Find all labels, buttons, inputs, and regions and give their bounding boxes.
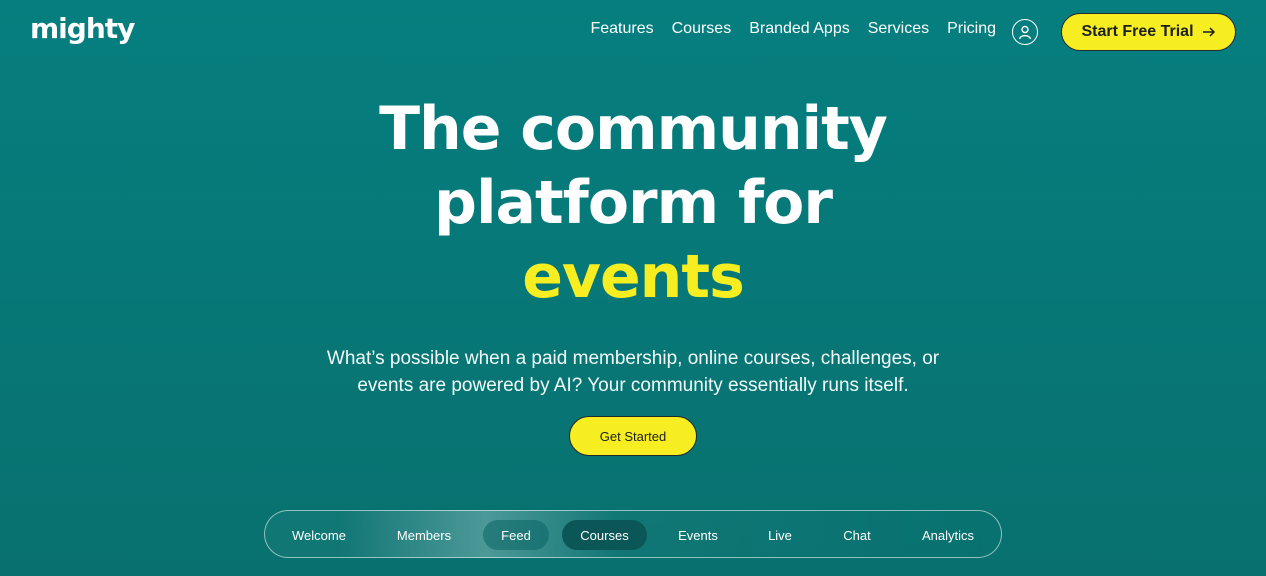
hero-title-accent: events (522, 242, 745, 312)
tab-courses[interactable]: Courses (562, 520, 647, 550)
tab-members[interactable]: Members (385, 520, 463, 550)
start-free-trial-button[interactable]: Start Free Trial (1061, 13, 1236, 51)
tab-chat[interactable]: Chat (829, 520, 885, 550)
hero-title-line2: platform for (434, 168, 833, 238)
user-circle-icon (1018, 25, 1032, 40)
hero-subtitle: What’s possible when a paid membership, … (300, 345, 966, 399)
nav-branded-apps[interactable]: Branded Apps (749, 20, 850, 38)
feature-tab-bar: Welcome Members Feed Courses Events Live… (264, 510, 1002, 558)
nav-features[interactable]: Features (590, 20, 653, 38)
tab-analytics[interactable]: Analytics (909, 520, 987, 550)
tab-events[interactable]: Events (665, 520, 731, 550)
nav-services[interactable]: Services (868, 20, 929, 38)
nav-courses[interactable]: Courses (672, 20, 732, 38)
hero-title: The community platform for events (0, 92, 1266, 314)
nav-pricing[interactable]: Pricing (947, 20, 996, 38)
site-header: mighty Features Courses Branded Apps Ser… (0, 0, 1266, 64)
hero-title-line1: The community (379, 94, 888, 164)
tab-welcome[interactable]: Welcome (281, 520, 357, 550)
main-nav: Features Courses Branded Apps Services P… (590, 20, 996, 38)
get-started-button[interactable]: Get Started (569, 416, 697, 456)
user-account-button[interactable] (1012, 19, 1038, 45)
tab-live[interactable]: Live (753, 520, 807, 550)
hero-subtitle-line2: events are powered by AI? Your community… (357, 375, 909, 396)
arrow-right-icon (1202, 27, 1215, 37)
hero-subtitle-line1: What’s possible when a paid membership, … (326, 348, 940, 369)
start-free-trial-label: Start Free Trial (1081, 23, 1194, 40)
logo[interactable]: mighty (30, 12, 135, 45)
tab-feed[interactable]: Feed (483, 520, 549, 550)
